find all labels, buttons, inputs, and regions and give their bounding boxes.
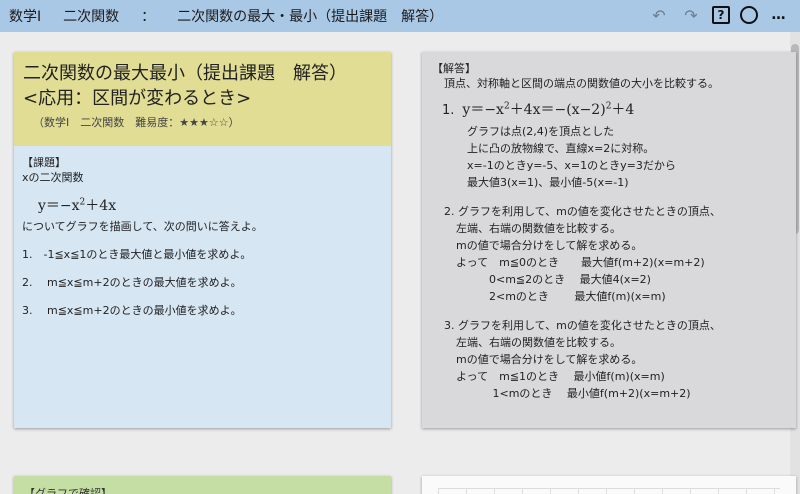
answer-1-line: x=-1のときy=-5、x=1のときy=3だから: [467, 159, 676, 172]
answer-1-body: グラフは点(2,4)を頂点とした 上に凸の放物線で、直線x=2に対称。 x=-1…: [432, 123, 786, 191]
answer-label: 【解答】: [432, 62, 476, 75]
page-subtitle: <応用：区間が変わるとき>: [23, 88, 252, 109]
graph-card: 【グラフで確認】: [14, 476, 391, 494]
answer-2-line: mの値で場合分けをして解を求める。: [456, 239, 643, 252]
breadcrumb-subject[interactable]: 数学Ⅰ: [9, 6, 41, 26]
answer-1-line: 最大値3(x=1)、最小値-5(x=-1): [467, 176, 629, 189]
answer-2-line: 左端、右端の関数値を比較する。: [456, 222, 621, 235]
answer-card: 【解答】 頂点、対称軸と区間の端点の関数値の大小を比較する。 1. y＝−x2＋…: [422, 52, 796, 428]
answer-2-case: 2<mのとき 最大値f(m)(x=m): [456, 290, 666, 303]
circle-icon[interactable]: [740, 6, 758, 24]
question-2: 2. m≦x≦m+2のときの最大値を求めよ。: [22, 276, 242, 289]
page-title: 二次関数の最大最小（提出課題 解答）: [23, 63, 347, 84]
answer-3-body: 3. グラフを利用して、mの値を変化させたときの頂点、 左端、右端の関数値を比較…: [432, 317, 786, 402]
task-instruction: についてグラフを描画して、次の問いに答えよ。: [22, 220, 263, 233]
answer-2-line: 2. グラフを利用して、mの値を変化させたときの頂点、: [444, 205, 721, 218]
answer-3-line: mの値で場合分けをして解を求める。: [456, 353, 643, 366]
problem-card: 二次関数の最大最小（提出課題 解答） <応用：区間が変わるとき> （数学Ⅰ 二次…: [14, 52, 391, 428]
graph-preview-card[interactable]: [422, 476, 796, 494]
task-label: 【課題】: [22, 156, 66, 169]
top-bar: 数学Ⅰ 二次関数 ： 二次関数の最大・最小（提出課題 解答） ↶ ↷ ? …: [0, 0, 800, 32]
answer-intro: 頂点、対称軸と区間の端点の関数値の大小を比較する。: [444, 77, 719, 90]
answer-3-case: 1<mのとき 最小値f(m+2)(x=m+2): [456, 387, 691, 400]
problem-header: 二次関数の最大最小（提出課題 解答） <応用：区間が変わるとき> （数学Ⅰ 二次…: [14, 52, 391, 146]
more-icon[interactable]: …: [768, 4, 790, 26]
breadcrumb-page: 二次関数の最大・最小（提出課題 解答）: [177, 9, 444, 25]
help-icon[interactable]: ?: [712, 6, 730, 24]
graph-grid: [438, 488, 780, 494]
undo-icon[interactable]: ↶: [648, 4, 670, 26]
task-intro: xの二次関数: [22, 171, 84, 184]
answer-1-line: グラフは点(2,4)を頂点とした: [467, 125, 615, 138]
question-1: 1. -1≦x≦1のとき最大値と最小値を求めよ。: [22, 248, 252, 261]
answer-3-line: 左端、右端の関数値を比較する。: [456, 336, 621, 349]
answer-2-case: 0<m≦2のとき 最大値4(x=2): [456, 273, 651, 286]
difficulty-label: （数学Ⅰ 二次関数 難易度：★★★☆☆）: [33, 116, 240, 129]
answer-2-case: よって m≦0のとき 最大値f(m+2)(x=m+2): [456, 256, 705, 269]
answer-1-line: 上に凸の放物線で、直線x=2に対称。: [467, 142, 655, 155]
answer-2-body: 2. グラフを利用して、mの値を変化させたときの頂点、 左端、右端の関数値を比較…: [432, 203, 786, 305]
answer-1-formula: 1. y＝−x2＋4x＝−(x−2)2＋4: [442, 101, 635, 118]
task-formula: y＝−x2＋4x: [38, 197, 117, 214]
answer-3-line: 3. グラフを利用して、mの値を変化させたときの頂点、: [444, 319, 721, 332]
breadcrumb-unit[interactable]: 二次関数: [63, 6, 119, 26]
toolbar: ↶ ↷ ? …: [638, 4, 790, 26]
breadcrumb-separator: ：: [141, 9, 156, 25]
question-3: 3. m≦x≦m+2のときの最小値を求めよ。: [22, 304, 242, 317]
problem-body: 【課題】 xの二次関数 y＝−x2＋4x についてグラフを描画して、次の問いに答…: [14, 146, 391, 318]
breadcrumb: 数学Ⅰ 二次関数 ： 二次関数の最大・最小（提出課題 解答）: [0, 6, 465, 26]
redo-icon[interactable]: ↷: [680, 4, 702, 26]
answer-3-case: よって m≦1のとき 最小値f(m)(x=m): [456, 370, 665, 383]
graph-label: 【グラフで確認】: [24, 487, 112, 494]
